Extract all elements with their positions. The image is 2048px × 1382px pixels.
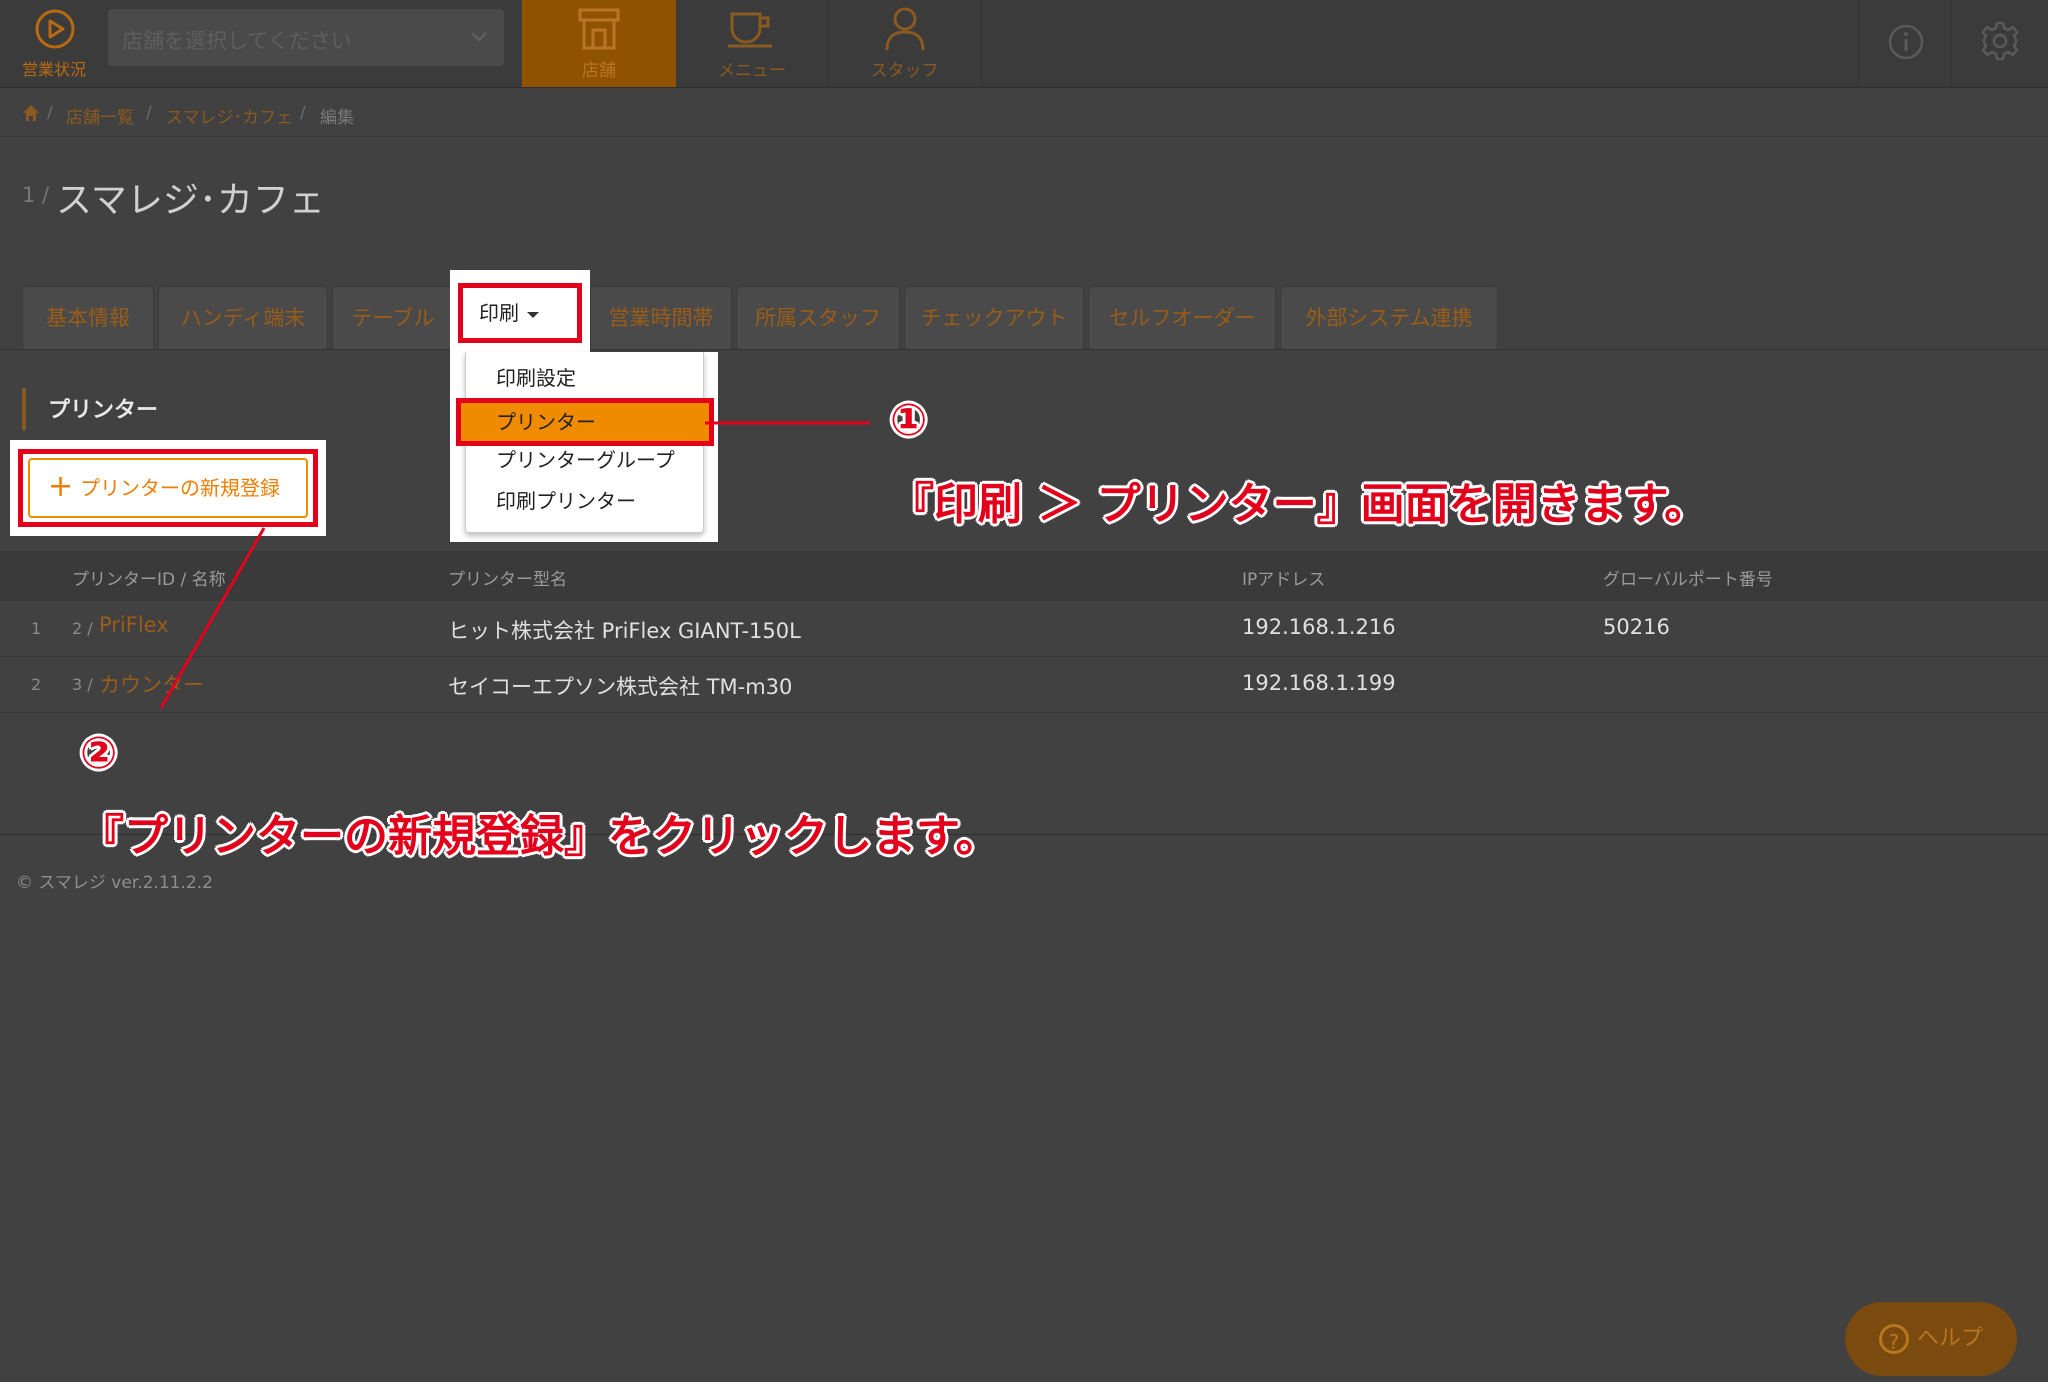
- annotation-line-2: [159, 527, 266, 709]
- annotation-step1-text: 『印刷 ＞ プリンター』画面を開きます。: [890, 479, 1709, 530]
- help-button[interactable]: ? ヘルプ: [1845, 1302, 2017, 1376]
- help-label: ヘルプ: [1916, 1326, 1983, 1351]
- annotation-lines: [159, 421, 870, 709]
- annotation-step1-mark: ①: [890, 395, 928, 446]
- annotation-step2-text: 『プリンターの新規登録』をクリックします。: [80, 811, 1000, 862]
- annotation-step2-mark: ②: [80, 728, 118, 779]
- question-icon: ?: [1878, 1324, 1909, 1354]
